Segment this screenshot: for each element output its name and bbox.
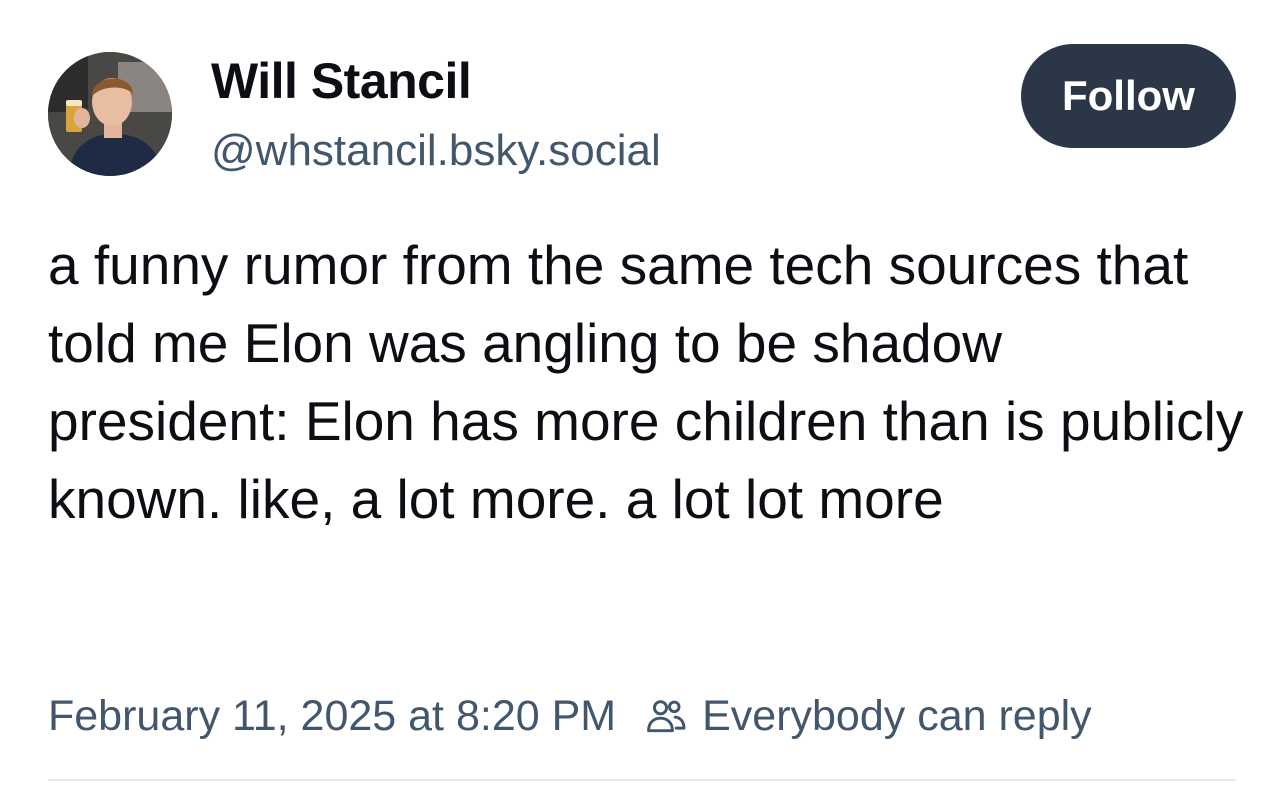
reply-setting-label: Everybody can reply <box>702 691 1092 740</box>
divider <box>48 779 1236 781</box>
reply-setting[interactable]: Everybody can reply <box>644 692 1092 741</box>
post-text: a funny rumor from the same tech sources… <box>48 234 1244 530</box>
author-handle[interactable]: @whstancil.bsky.social <box>211 126 661 176</box>
post-card: Will Stancil @whstancil.bsky.social Foll… <box>0 0 1284 803</box>
author-avatar[interactable] <box>48 52 172 176</box>
people-icon <box>647 700 686 733</box>
avatar-photo-icon <box>48 52 172 176</box>
author-display-name[interactable]: Will Stancil <box>211 52 472 110</box>
post-timestamp[interactable]: February 11, 2025 at 8:20 PM <box>48 692 616 741</box>
post-meta: February 11, 2025 at 8:20 PM Everybody c… <box>48 688 1092 744</box>
follow-button[interactable]: Follow <box>1021 44 1236 148</box>
